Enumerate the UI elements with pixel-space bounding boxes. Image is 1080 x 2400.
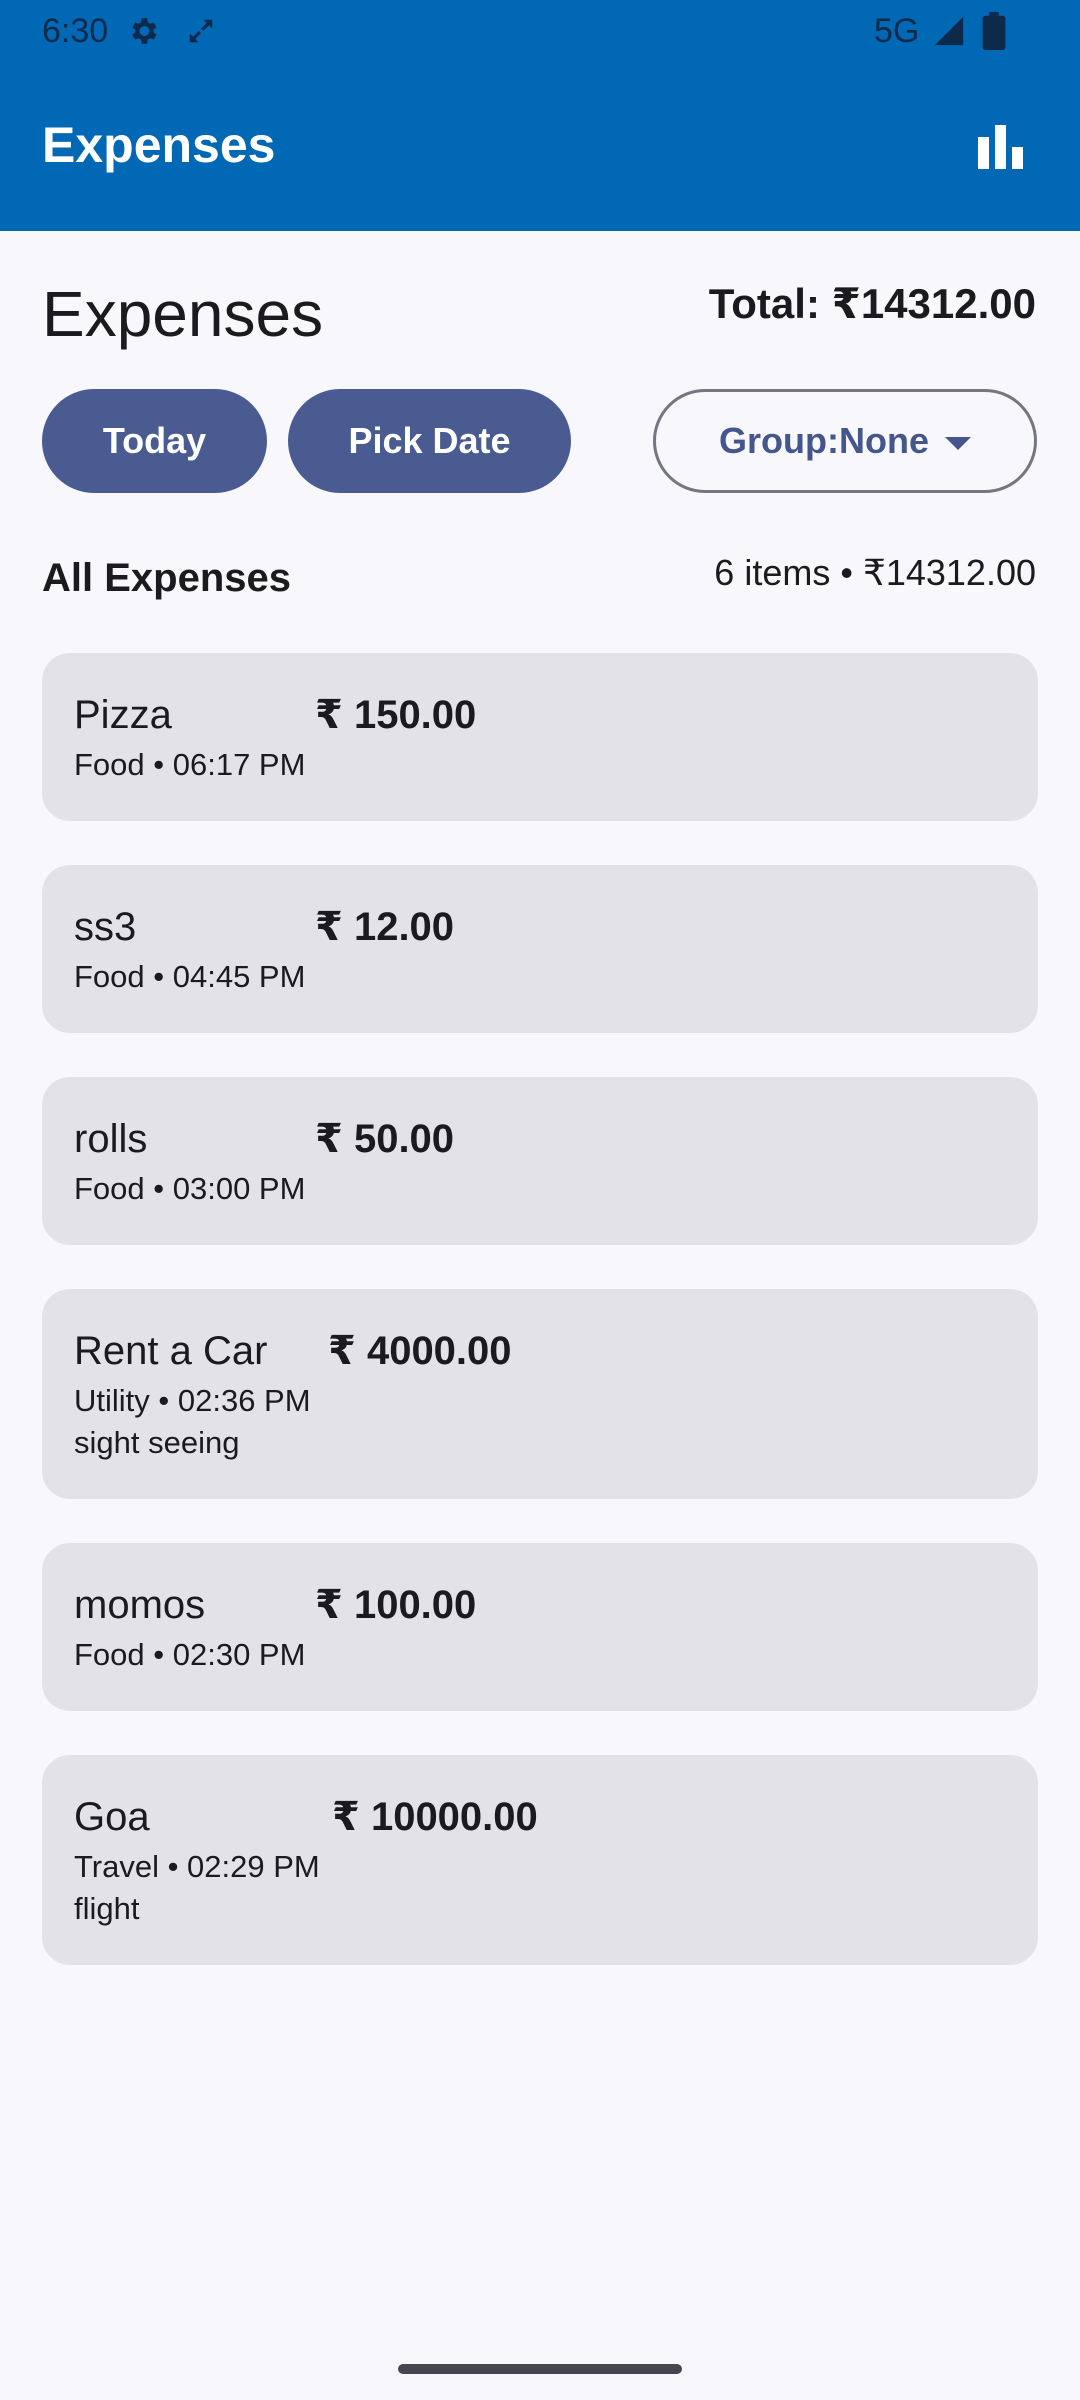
expense-card[interactable]: Pizza ₹ 150.00 Food • 06:17 PM <box>42 653 1038 821</box>
today-button[interactable]: Today <box>42 389 267 493</box>
statistics-button[interactable] <box>966 112 1036 182</box>
section-title: All Expenses <box>42 556 292 600</box>
section-summary: 6 items • ₹14312.00 <box>714 552 1036 593</box>
expense-meta: Travel • 02:29 PM <box>74 1849 320 1884</box>
network-type: 5G <box>874 12 920 50</box>
status-time: 6:30 <box>42 12 109 50</box>
expense-name: ss3 <box>74 905 137 949</box>
expense-amount: ₹ 4000.00 <box>328 1329 512 1373</box>
expense-amount: ₹ 100.00 <box>315 1583 477 1627</box>
expense-card[interactable]: ss3 ₹ 12.00 Food • 04:45 PM <box>42 865 1038 1033</box>
app-bar: Expenses <box>0 62 1080 231</box>
expense-name: Rent a Car <box>74 1329 268 1373</box>
expense-card[interactable]: Goa ₹ 10000.00 Travel • 02:29 PM flight <box>42 1755 1038 1965</box>
expense-meta: Food • 06:17 PM <box>74 747 306 782</box>
app-title: Expenses <box>42 117 276 173</box>
signal-icon <box>934 16 964 46</box>
expense-amount: ₹ 50.00 <box>315 1117 455 1161</box>
gear-icon <box>132 18 157 44</box>
expense-note: flight <box>74 1891 140 1926</box>
expense-card[interactable]: rolls ₹ 50.00 Food • 03:00 PM <box>42 1077 1038 1245</box>
sync-icon <box>189 19 213 43</box>
pick-date-button[interactable]: Pick Date <box>288 389 571 493</box>
expense-meta: Utility • 02:36 PM <box>74 1383 311 1418</box>
gesture-nav-handle[interactable] <box>398 2364 682 2374</box>
expense-meta: Food • 02:30 PM <box>74 1637 306 1672</box>
dropdown-arrow-icon <box>944 436 971 450</box>
bar-chart-icon <box>978 125 1023 169</box>
expense-name: Goa <box>74 1795 150 1839</box>
expense-amount: ₹ 12.00 <box>315 905 455 949</box>
total-amount: Total: ₹14312.00 <box>708 280 1036 327</box>
expense-name: Pizza <box>74 693 172 737</box>
group-dropdown-label: Group:None <box>719 420 929 461</box>
expense-amount: ₹ 150.00 <box>315 693 477 737</box>
group-dropdown[interactable]: Group:None <box>653 389 1037 493</box>
expense-meta: Food • 04:45 PM <box>74 959 306 994</box>
expense-name: momos <box>74 1583 206 1627</box>
expense-card[interactable]: Rent a Car ₹ 4000.00 Utility • 02:36 PM … <box>42 1289 1038 1499</box>
expense-note: sight seeing <box>74 1425 240 1460</box>
page-title: Expenses <box>42 278 324 350</box>
expense-card[interactable]: momos ₹ 100.00 Food • 02:30 PM <box>42 1543 1038 1711</box>
expense-amount: ₹ 10000.00 <box>332 1795 538 1839</box>
battery-icon <box>982 12 1006 50</box>
expense-name: rolls <box>74 1117 148 1161</box>
expense-meta: Food • 03:00 PM <box>74 1171 306 1206</box>
status-bar: 6:30 5G <box>0 0 1080 62</box>
